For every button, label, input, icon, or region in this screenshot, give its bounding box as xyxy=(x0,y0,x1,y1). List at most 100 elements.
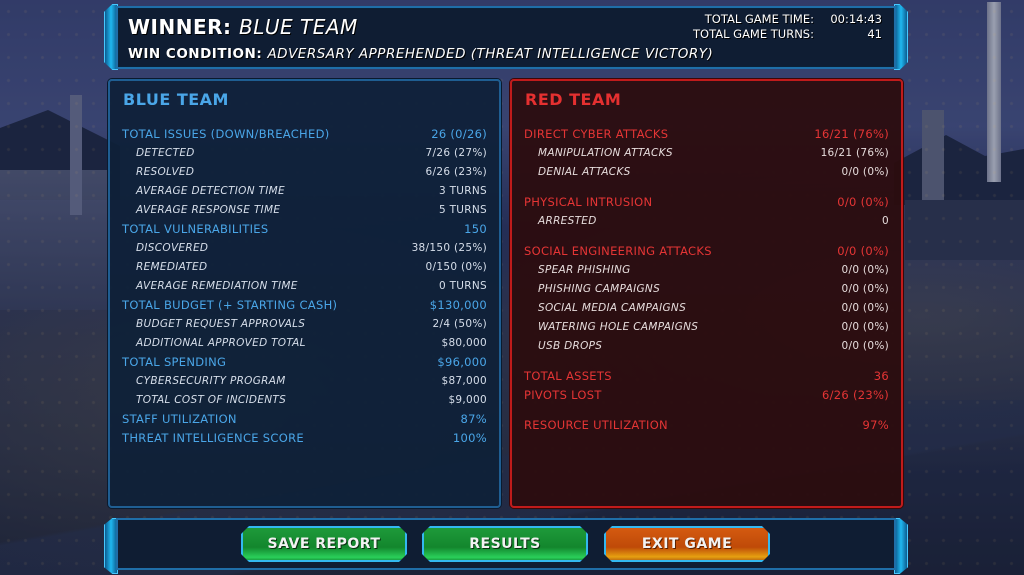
game-turns-row: TOTAL GAME TURNS: 41 xyxy=(693,27,882,42)
stat-row: RESOURCE UTILIZATION 97% xyxy=(524,416,889,435)
stat-label: DIRECT CYBER ATTACKS xyxy=(524,127,669,141)
header-cap-right xyxy=(894,4,908,70)
stat-label: SPEAR PHISHING xyxy=(538,264,631,276)
stat-value: 26 (0/26) xyxy=(431,127,487,141)
stat-row: BUDGET REQUEST APPROVALS 2/4 (50%) xyxy=(122,315,487,334)
stat-value: 0/0 (0%) xyxy=(841,302,889,314)
stat-row: DIRECT CYBER ATTACKS 16/21 (76%) xyxy=(524,125,889,144)
stat-row: PIVOTS LOST 6/26 (23%) xyxy=(524,386,889,405)
stat-row: TOTAL SPENDING $96,000 xyxy=(122,353,487,372)
stat-row: DISCOVERED 38/150 (25%) xyxy=(122,239,487,258)
stat-label: TOTAL COST OF INCIDENTS xyxy=(136,394,287,406)
game-time-label: TOTAL GAME TIME: xyxy=(704,12,814,26)
results-button[interactable]: RESULTS xyxy=(422,526,588,562)
stat-value: 0/150 (0%) xyxy=(425,261,487,273)
red-team-panel: RED TEAM DIRECT CYBER ATTACKS 16/21 (76%)… xyxy=(510,79,903,508)
stat-row: SOCIAL ENGINEERING ATTACKS 0/0 (0%) xyxy=(524,242,889,261)
stat-row: RESOLVED 6/26 (23%) xyxy=(122,163,487,182)
winner-label: WINNER: xyxy=(128,15,232,39)
game-turns-label: TOTAL GAME TURNS: xyxy=(693,27,814,41)
stat-value: 0/0 (0%) xyxy=(837,244,889,258)
stat-label: TOTAL BUDGET (+ STARTING CASH) xyxy=(122,298,338,312)
stat-value: $96,000 xyxy=(437,355,487,369)
save-report-button[interactable]: SAVE REPORT xyxy=(241,526,407,562)
game-time-row: TOTAL GAME TIME: 00:14:43 xyxy=(693,12,882,27)
stat-value: 38/150 (25%) xyxy=(411,242,487,254)
stat-label: BUDGET REQUEST APPROVALS xyxy=(136,318,306,330)
stat-label: RESOLVED xyxy=(136,166,195,178)
stat-value: 16/21 (76%) xyxy=(820,147,889,159)
stat-label: AVERAGE REMEDIATION TIME xyxy=(136,280,298,292)
win-condition-label: WIN CONDITION: xyxy=(128,46,263,62)
stat-value: 0/0 (0%) xyxy=(837,195,889,209)
red-team-stats: DIRECT CYBER ATTACKS 16/21 (76%) MANIPULAT… xyxy=(524,125,889,435)
stat-row: DENIAL ATTACKS 0/0 (0%) xyxy=(524,163,889,182)
stat-value: 36 xyxy=(873,369,889,383)
footer-cap-right xyxy=(894,518,908,574)
stat-row: CYBERSECURITY PROGRAM $87,000 xyxy=(122,372,487,391)
stat-row: REMEDIATED 0/150 (0%) xyxy=(122,258,487,277)
stat-value: 0/0 (0%) xyxy=(841,283,889,295)
stat-value: 0 xyxy=(882,215,889,227)
stat-label: ADDITIONAL APPROVED TOTAL xyxy=(136,337,306,349)
stat-row: AVERAGE RESPONSE TIME 5 TURNS xyxy=(122,201,487,220)
blue-team-panel: BLUE TEAM TOTAL ISSUES (DOWN/BREACHED) 26… xyxy=(108,79,501,508)
stat-row: PHISHING CAMPAIGNS 0/0 (0%) xyxy=(524,280,889,299)
stat-row: PHYSICAL INTRUSION 0/0 (0%) xyxy=(524,193,889,212)
stat-value: 3 TURNS xyxy=(438,185,487,197)
stat-value: $130,000 xyxy=(429,298,487,312)
stat-value: 6/26 (23%) xyxy=(821,388,889,402)
stat-row: WATERING HOLE CAMPAIGNS 0/0 (0%) xyxy=(524,318,889,337)
stat-value: 87% xyxy=(460,412,487,426)
stat-row: SOCIAL MEDIA CAMPAIGNS 0/0 (0%) xyxy=(524,299,889,318)
stat-value: $87,000 xyxy=(441,375,487,387)
stat-value: 2/4 (50%) xyxy=(432,318,487,330)
stat-value: 100% xyxy=(452,431,487,445)
stat-value: 7/26 (27%) xyxy=(425,147,487,159)
stat-value: $9,000 xyxy=(448,394,487,406)
stat-row: TOTAL ASSETS 36 xyxy=(524,367,889,386)
stat-label: STAFF UTILIZATION xyxy=(122,412,237,426)
stat-value: 16/21 (76%) xyxy=(814,127,889,141)
stat-row: SPEAR PHISHING 0/0 (0%) xyxy=(524,261,889,280)
stat-label: CYBERSECURITY PROGRAM xyxy=(136,375,286,387)
stat-value: 0/0 (0%) xyxy=(841,166,889,178)
stat-label: ARRESTED xyxy=(538,215,597,227)
win-condition-line: WIN CONDITION: ADVERSARY APPREHENDED (TH… xyxy=(128,46,713,62)
stat-row: DETECTED 7/26 (27%) xyxy=(122,144,487,163)
stat-value: 0/0 (0%) xyxy=(841,321,889,333)
stat-label: REMEDIATED xyxy=(136,261,208,273)
stat-label: SOCIAL MEDIA CAMPAIGNS xyxy=(538,302,687,314)
win-condition-value: ADVERSARY APPREHENDED (THREAT INTELLIGEN… xyxy=(267,46,714,62)
exit-game-button[interactable]: EXIT GAME xyxy=(604,526,770,562)
stat-row: AVERAGE REMEDIATION TIME 0 TURNS xyxy=(122,277,487,296)
red-team-title: RED TEAM xyxy=(525,90,622,109)
stat-row: TOTAL COST OF INCIDENTS $9,000 xyxy=(122,391,487,410)
blue-team-title: BLUE TEAM xyxy=(123,90,229,109)
stat-row: TOTAL BUDGET (+ STARTING CASH) $130,000 xyxy=(122,296,487,315)
game-turns-value: 41 xyxy=(867,27,882,41)
stat-row: USB DROPS 0/0 (0%) xyxy=(524,337,889,356)
stat-label: THREAT INTELLIGENCE SCORE xyxy=(122,431,304,445)
result-header: WINNER: BLUE TEAM WIN CONDITION: ADVERSA… xyxy=(116,6,896,69)
stat-label: TOTAL ISSUES (DOWN/BREACHED) xyxy=(122,127,330,141)
stat-label: MANIPULATION ATTACKS xyxy=(538,147,673,159)
stat-label: DETECTED xyxy=(136,147,195,159)
stat-value: 0/0 (0%) xyxy=(841,340,889,352)
stat-label: DENIAL ATTACKS xyxy=(538,166,631,178)
stat-row: ARRESTED 0 xyxy=(524,212,889,231)
stat-row: MANIPULATION ATTACKS 16/21 (76%) xyxy=(524,144,889,163)
stat-row: ADDITIONAL APPROVED TOTAL $80,000 xyxy=(122,334,487,353)
stat-label: TOTAL ASSETS xyxy=(524,369,612,383)
stat-label: RESOURCE UTILIZATION xyxy=(524,418,668,432)
stat-label: PHISHING CAMPAIGNS xyxy=(538,283,661,295)
stat-value: 150 xyxy=(464,222,487,236)
stat-row: THREAT INTELLIGENCE SCORE 100% xyxy=(122,429,487,448)
blue-team-stats: TOTAL ISSUES (DOWN/BREACHED) 26 (0/26) DET… xyxy=(122,125,487,448)
stat-label: AVERAGE DETECTION TIME xyxy=(136,185,285,197)
stat-row: AVERAGE DETECTION TIME 3 TURNS xyxy=(122,182,487,201)
stat-value: $80,000 xyxy=(441,337,487,349)
stat-label: PHYSICAL INTRUSION xyxy=(524,195,653,209)
stat-value: 5 TURNS xyxy=(438,204,487,216)
game-stats: TOTAL GAME TIME: 00:14:43 TOTAL GAME TUR… xyxy=(693,12,882,42)
